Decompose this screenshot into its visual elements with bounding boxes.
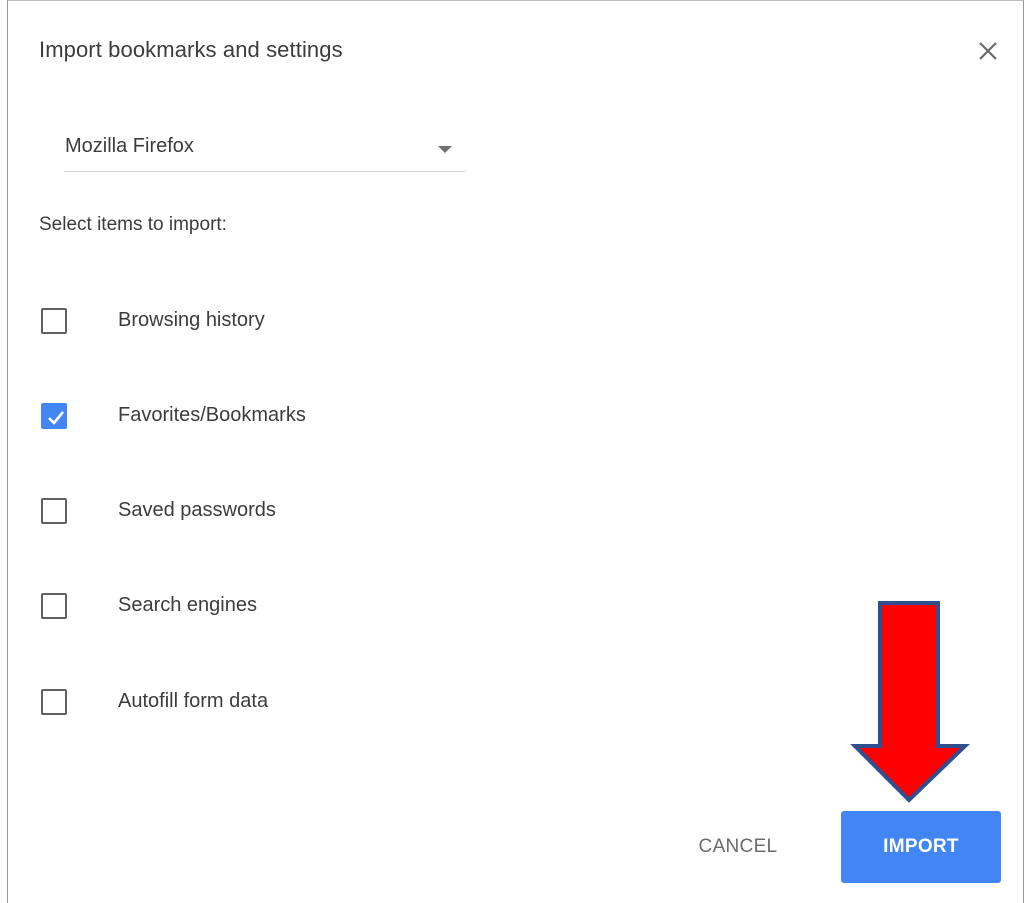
favorites-bookmarks-checkbox[interactable]	[41, 403, 67, 429]
item-label: Autofill form data	[118, 690, 269, 712]
saved-passwords-checkbox[interactable]	[41, 498, 67, 524]
browser-source-select[interactable]: Mozilla Firefox	[64, 127, 466, 172]
item-label: Favorites/Bookmarks	[118, 404, 306, 426]
close-icon	[979, 42, 997, 60]
close-button[interactable]	[972, 35, 1004, 67]
import-item-autofill-form-data[interactable]: Autofill form data	[41, 689, 441, 719]
autofill-form-data-checkbox[interactable]	[41, 689, 67, 715]
import-item-saved-passwords[interactable]: Saved passwords	[41, 498, 441, 528]
import-item-search-engines[interactable]: Search engines	[41, 593, 441, 623]
checkmark-icon	[48, 411, 65, 425]
browser-source-value: Mozilla Firefox	[65, 135, 194, 157]
search-engines-checkbox[interactable]	[41, 593, 67, 619]
item-label: Saved passwords	[118, 499, 276, 521]
dialog-title: Import bookmarks and settings	[39, 37, 343, 62]
browsing-history-checkbox[interactable]	[41, 308, 67, 334]
import-item-browsing-history[interactable]: Browsing history	[41, 308, 441, 338]
select-items-label: Select items to import:	[39, 214, 227, 235]
item-label: Search engines	[118, 594, 257, 616]
import-item-favorites-bookmarks[interactable]: Favorites/Bookmarks	[41, 403, 441, 433]
dropdown-arrow-icon	[438, 146, 452, 153]
item-label: Browsing history	[118, 309, 265, 331]
import-button[interactable]: IMPORT	[841, 811, 1001, 883]
cancel-button[interactable]: CANCEL	[678, 811, 798, 883]
red-down-arrow-icon	[850, 601, 970, 803]
